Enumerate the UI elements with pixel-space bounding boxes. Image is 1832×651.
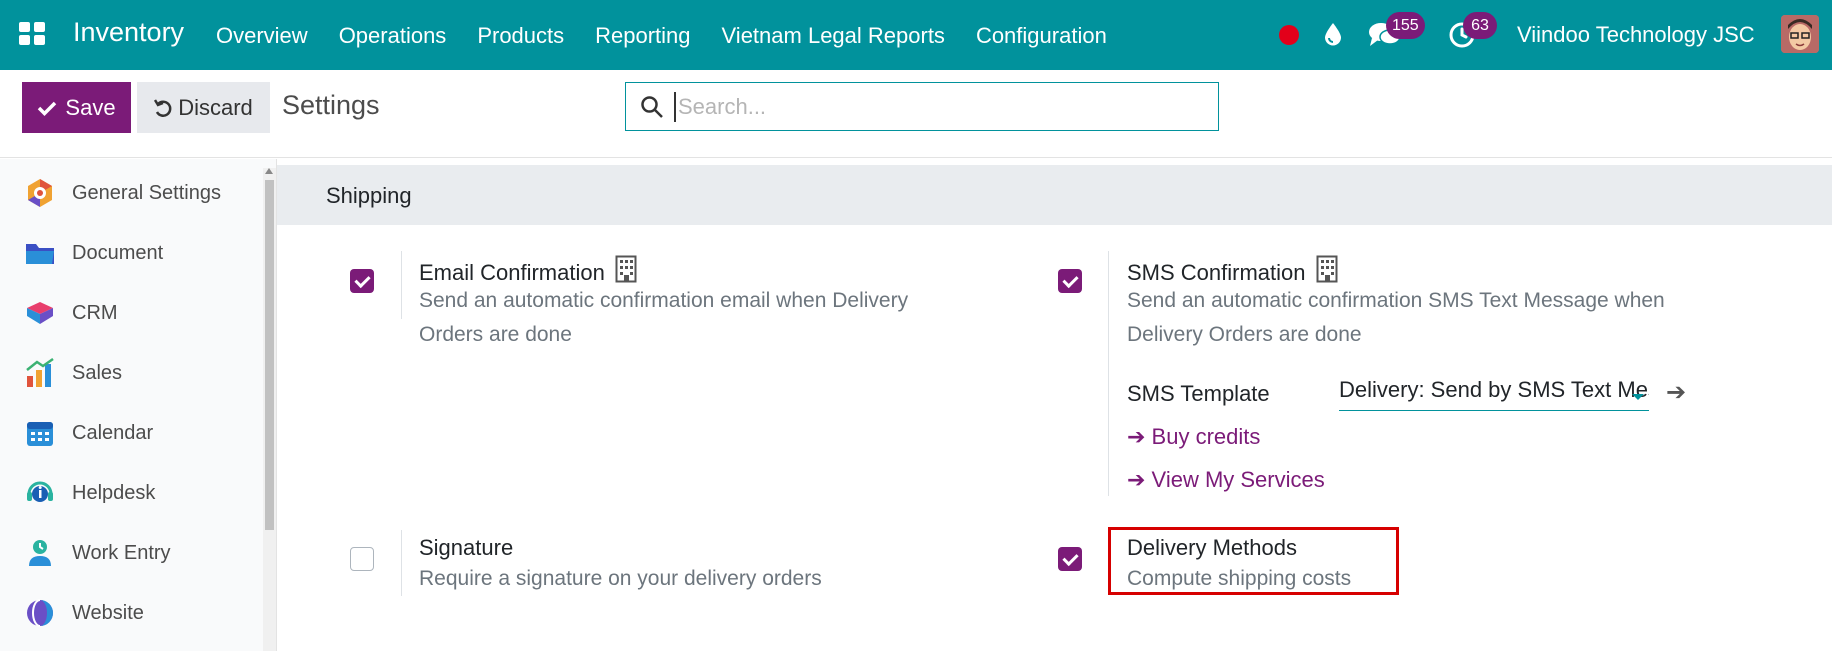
undo-icon <box>154 98 172 117</box>
save-label: Save <box>65 94 116 120</box>
top-navbar: Inventory Overview Operations Products R… <box>0 0 1832 70</box>
sidebar-scroll-thumb[interactable] <box>265 180 274 530</box>
signature-checkbox[interactable] <box>350 547 374 571</box>
user-avatar[interactable] <box>1781 15 1819 53</box>
signature-desc: Require a signature on your delivery ord… <box>419 567 822 590</box>
sidebar-item-label: Calendar <box>72 421 154 444</box>
email-confirmation-desc-line1: Send an automatic confirmation email whe… <box>419 289 909 312</box>
chevron-down-icon[interactable] <box>1632 394 1644 400</box>
sidebar-item-label: Helpdesk <box>72 481 156 504</box>
avatar-face-icon <box>1781 15 1819 53</box>
email-confirmation-desc-line2: Orders are done <box>419 323 572 346</box>
buy-credits-link[interactable]: ➔ Buy credits <box>1127 424 1260 450</box>
general-settings-icon <box>24 177 56 209</box>
control-panel: Save Discard Settings <box>0 70 1832 158</box>
check-icon <box>38 101 57 116</box>
section-header: Shipping <box>277 165 1832 225</box>
sidebar-item-general-settings[interactable]: General Settings <box>24 173 254 213</box>
email-confirmation-label: Email Confirmation <box>419 255 637 286</box>
sms-template-label: SMS Template <box>1127 381 1270 406</box>
search-box[interactable] <box>625 82 1219 131</box>
recording-indicator-icon[interactable] <box>1279 25 1299 45</box>
sms-confirmation-title: SMS Confirmation <box>1127 260 1306 285</box>
external-link-arrow-icon[interactable]: ➔ <box>1666 378 1686 407</box>
sms-confirmation-checbox[interactable] <box>1058 269 1082 293</box>
discard-label: Discard <box>178 94 253 120</box>
sidebar-item-label: Document <box>72 241 164 264</box>
water-drop-icon[interactable] <box>1323 22 1343 46</box>
app-grid-icon[interactable] <box>19 22 46 46</box>
sms-template-select[interactable]: Delivery: Send by SMS Text Message <box>1339 377 1649 411</box>
app-name[interactable]: Inventory <box>73 17 184 48</box>
calendar-icon <box>24 417 56 449</box>
buy-credits-label: Buy credits <box>1151 424 1261 449</box>
sidebar-item-label: General Settings <box>72 181 221 204</box>
sms-confirmation-desc-line1: Send an automatic confirmation SMS Text … <box>1127 289 1665 312</box>
sms-confirmation-desc-line2: Delivery Orders are done <box>1127 323 1362 346</box>
sidebar-item-calendar[interactable]: Calendar <box>24 413 254 453</box>
sidebar-item-label: Website <box>72 601 144 624</box>
sidebar-item-document[interactable]: Document <box>24 233 254 273</box>
crm-icon <box>24 297 56 329</box>
company-switcher[interactable]: Viindoo Technology JSC <box>1517 22 1755 48</box>
main-menu: Overview Operations Products Reporting V… <box>216 23 1138 49</box>
view-services-label: View My Services <box>1151 467 1325 492</box>
section-title: Shipping <box>326 183 412 208</box>
email-confirmation-checkbox[interactable] <box>350 269 374 293</box>
menu-reporting[interactable]: Reporting <box>595 23 690 49</box>
company-building-icon <box>615 255 637 283</box>
settings-sidebar: General Settings Document CRM Sales Cale… <box>0 159 277 651</box>
sales-chart-icon <box>24 357 56 389</box>
view-my-services-link[interactable]: ➔ View My Services <box>1127 467 1325 493</box>
website-icon <box>24 597 56 629</box>
messages-count-badge: 155 <box>1386 12 1425 39</box>
page-title: Settings <box>282 90 380 120</box>
headset-icon <box>24 477 56 509</box>
sidebar-item-label: Sales <box>72 361 123 384</box>
divider <box>401 251 402 319</box>
delivery-methods-checkbox[interactable] <box>1058 547 1082 571</box>
discard-button[interactable]: Discard <box>137 82 270 133</box>
sidebar-item-helpdesk[interactable]: Helpdesk <box>24 473 254 513</box>
save-button[interactable]: Save <box>22 82 131 133</box>
scroll-up-arrow-icon[interactable] <box>265 168 273 174</box>
work-entry-icon <box>24 537 56 569</box>
sidebar-item-crm[interactable]: CRM <box>24 293 254 333</box>
menu-configuration[interactable]: Configuration <box>976 23 1107 49</box>
sidebar-item-website[interactable]: Website <box>24 593 254 633</box>
highlight-box <box>1108 527 1399 595</box>
sidebar-item-label: Work Entry <box>72 541 171 564</box>
activities-count-badge: 63 <box>1463 12 1497 39</box>
divider <box>401 530 402 596</box>
sidebar-item-work-entry[interactable]: Work Entry <box>24 533 254 573</box>
sidebar-item-sales[interactable]: Sales <box>24 353 254 393</box>
menu-operations[interactable]: Operations <box>339 23 447 49</box>
search-input[interactable] <box>674 92 1194 122</box>
search-icon <box>641 96 663 118</box>
company-building-icon <box>1316 255 1338 283</box>
menu-vietnam-legal-reports[interactable]: Vietnam Legal Reports <box>722 23 945 49</box>
sms-confirmation-label: SMS Confirmation <box>1127 255 1338 286</box>
menu-products[interactable]: Products <box>477 23 564 49</box>
divider <box>1108 251 1109 496</box>
signature-label: Signature <box>419 535 514 560</box>
folder-icon <box>24 237 56 269</box>
sidebar-item-label: CRM <box>72 301 118 324</box>
email-confirmation-title: Email Confirmation <box>419 260 605 285</box>
menu-overview[interactable]: Overview <box>216 23 308 49</box>
